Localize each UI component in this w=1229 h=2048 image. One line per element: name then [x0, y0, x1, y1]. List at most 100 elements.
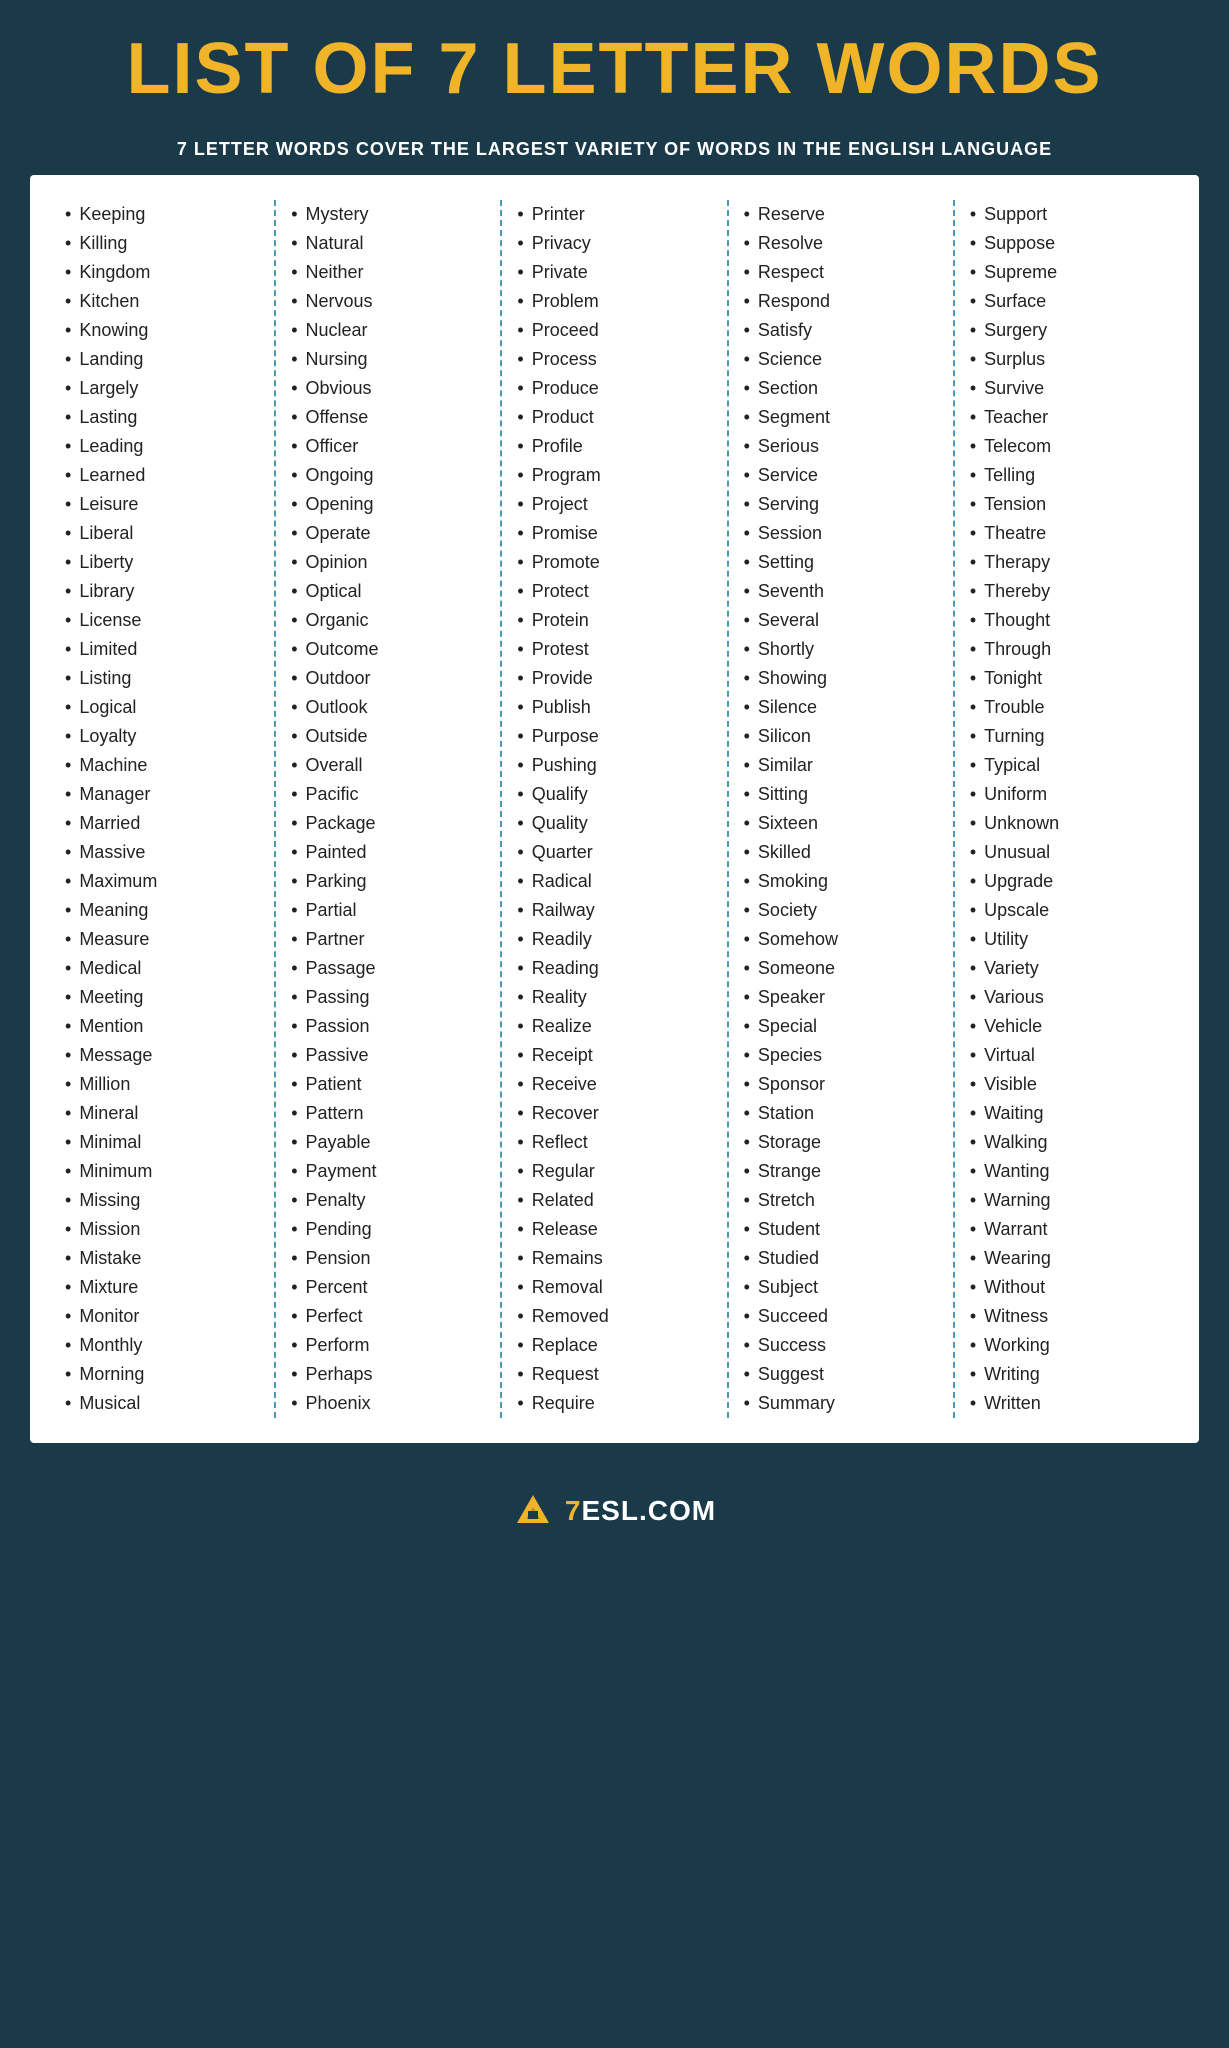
list-item: Replace	[517, 1331, 711, 1360]
list-item: Keeping	[65, 200, 259, 229]
page-title: LIST OF 7 LETTER WORDS	[40, 30, 1189, 109]
list-item: Library	[65, 577, 259, 606]
list-item: Parking	[291, 867, 485, 896]
list-item: Percent	[291, 1273, 485, 1302]
list-item: Nursing	[291, 345, 485, 374]
header: LIST OF 7 LETTER WORDS	[0, 0, 1229, 129]
list-item: Operate	[291, 519, 485, 548]
list-item: Liberal	[65, 519, 259, 548]
list-item: Require	[517, 1389, 711, 1418]
list-item: Pending	[291, 1215, 485, 1244]
list-item: Passive	[291, 1041, 485, 1070]
column-5: SupportSupposeSupremeSurfaceSurgerySurpl…	[955, 200, 1179, 1418]
list-item: Printer	[517, 200, 711, 229]
list-item: Support	[970, 200, 1164, 229]
list-item: Various	[970, 983, 1164, 1012]
list-item: Student	[744, 1215, 938, 1244]
list-item: Privacy	[517, 229, 711, 258]
list-item: Manager	[65, 780, 259, 809]
list-item: Perfect	[291, 1302, 485, 1331]
list-item: Payment	[291, 1157, 485, 1186]
list-item: Problem	[517, 287, 711, 316]
list-item: Radical	[517, 867, 711, 896]
list-item: Sixteen	[744, 809, 938, 838]
list-item: Outlook	[291, 693, 485, 722]
list-item: Offense	[291, 403, 485, 432]
list-item: Learned	[65, 461, 259, 490]
word-list-1: KeepingKillingKingdomKitchenKnowingLandi…	[65, 200, 259, 1418]
list-item: Reflect	[517, 1128, 711, 1157]
list-item: Ongoing	[291, 461, 485, 490]
content-area: KeepingKillingKingdomKitchenKnowingLandi…	[30, 175, 1199, 1443]
list-item: License	[65, 606, 259, 635]
list-item: Shortly	[744, 635, 938, 664]
list-item: Process	[517, 345, 711, 374]
list-item: Speaker	[744, 983, 938, 1012]
list-item: Service	[744, 461, 938, 490]
list-item: Survive	[970, 374, 1164, 403]
list-item: Turning	[970, 722, 1164, 751]
list-item: Removal	[517, 1273, 711, 1302]
list-item: Listing	[65, 664, 259, 693]
list-item: Success	[744, 1331, 938, 1360]
list-item: Organic	[291, 606, 485, 635]
list-item: Protest	[517, 635, 711, 664]
list-item: Receive	[517, 1070, 711, 1099]
list-item: Protein	[517, 606, 711, 635]
list-item: Utility	[970, 925, 1164, 954]
list-item: Outdoor	[291, 664, 485, 693]
list-item: Society	[744, 896, 938, 925]
list-item: Serving	[744, 490, 938, 519]
list-item: Logical	[65, 693, 259, 722]
list-item: Theatre	[970, 519, 1164, 548]
list-item: Respect	[744, 258, 938, 287]
column-3: PrinterPrivacyPrivateProblemProceedProce…	[502, 200, 728, 1418]
list-item: Similar	[744, 751, 938, 780]
list-item: Perhaps	[291, 1360, 485, 1389]
list-item: Patient	[291, 1070, 485, 1099]
list-item: Profile	[517, 432, 711, 461]
list-item: Therapy	[970, 548, 1164, 577]
list-item: Segment	[744, 403, 938, 432]
column-2: MysteryNaturalNeitherNervousNuclearNursi…	[276, 200, 502, 1418]
list-item: Without	[970, 1273, 1164, 1302]
columns-wrapper: KeepingKillingKingdomKitchenKnowingLandi…	[50, 200, 1179, 1418]
list-item: Optical	[291, 577, 485, 606]
logo-icon	[513, 1491, 553, 1531]
footer: 7ESL.COM	[0, 1473, 1229, 1549]
list-item: Serious	[744, 432, 938, 461]
list-item: Measure	[65, 925, 259, 954]
list-item: Railway	[517, 896, 711, 925]
list-item: Message	[65, 1041, 259, 1070]
list-item: Unknown	[970, 809, 1164, 838]
list-item: Passion	[291, 1012, 485, 1041]
list-item: Smoking	[744, 867, 938, 896]
list-item: Reality	[517, 983, 711, 1012]
list-item: Writing	[970, 1360, 1164, 1389]
list-item: Pattern	[291, 1099, 485, 1128]
list-item: Mystery	[291, 200, 485, 229]
list-item: Suggest	[744, 1360, 938, 1389]
list-item: Medical	[65, 954, 259, 983]
list-item: Obvious	[291, 374, 485, 403]
list-item: Perform	[291, 1331, 485, 1360]
list-item: Several	[744, 606, 938, 635]
list-item: Visible	[970, 1070, 1164, 1099]
list-item: Loyalty	[65, 722, 259, 751]
list-item: Overall	[291, 751, 485, 780]
list-item: Setting	[744, 548, 938, 577]
list-item: Kingdom	[65, 258, 259, 287]
list-item: Liberty	[65, 548, 259, 577]
column-1: KeepingKillingKingdomKitchenKnowingLandi…	[50, 200, 276, 1418]
subtitle-text: 7 LETTER WORDS COVER THE LARGEST VARIETY…	[40, 139, 1189, 160]
list-item: Passage	[291, 954, 485, 983]
list-item: Session	[744, 519, 938, 548]
list-item: Respond	[744, 287, 938, 316]
list-item: Minimal	[65, 1128, 259, 1157]
list-item: Section	[744, 374, 938, 403]
list-item: Limited	[65, 635, 259, 664]
list-item: Partner	[291, 925, 485, 954]
list-item: Largely	[65, 374, 259, 403]
list-item: Lasting	[65, 403, 259, 432]
list-item: Promise	[517, 519, 711, 548]
